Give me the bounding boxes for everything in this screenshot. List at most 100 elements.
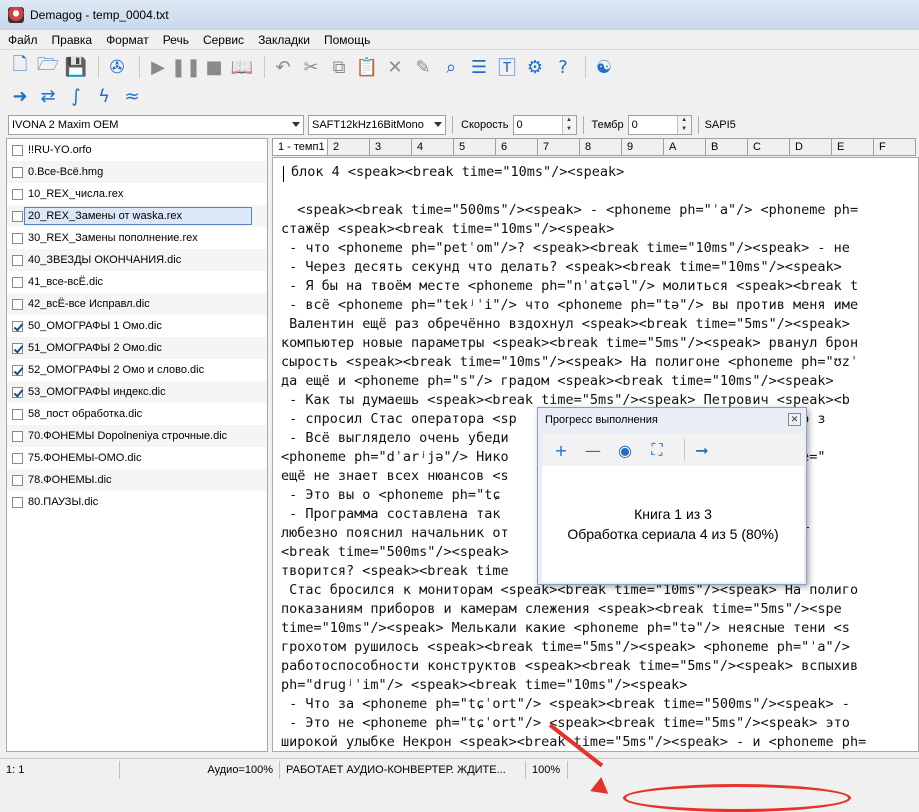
list-item[interactable]: 70.ФОНЕМЫ Dopolneniya строчные.dic [7, 425, 267, 447]
cut-icon[interactable]: ✂ [299, 55, 323, 79]
checkbox[interactable] [12, 342, 23, 354]
tab-8[interactable]: 9 [622, 138, 664, 156]
fullscreen-icon[interactable]: ⛶ [646, 439, 668, 461]
document-icon[interactable]: ☰ [467, 55, 491, 79]
tab-1[interactable]: 2 [328, 138, 370, 156]
play-icon[interactable]: ▶ [146, 55, 170, 79]
stop-icon[interactable]: ■ [202, 55, 226, 79]
tab-0[interactable]: 1 - темп1 [272, 138, 328, 156]
convert-icon[interactable]: ⇄ [36, 84, 60, 108]
checkbox[interactable] [12, 408, 23, 420]
toolbar-separator [264, 56, 265, 78]
tab-9[interactable]: A [664, 138, 706, 156]
checkbox[interactable] [12, 166, 23, 178]
list-item[interactable]: 52_ОМОГРАФЫ 2 Омо и слово.dic [7, 359, 267, 381]
editor-line: да ещё и <phoneme ph="s"/> градом <speak… [281, 373, 834, 389]
checkbox[interactable] [12, 496, 23, 508]
tab-7[interactable]: 8 [580, 138, 622, 156]
text-icon[interactable]: 🅃 [495, 55, 519, 79]
tab-10[interactable]: B [706, 138, 748, 156]
checkbox[interactable] [12, 276, 23, 288]
speed-spinner[interactable]: 0 ▲ ▼ [512, 115, 577, 135]
plus-icon[interactable]: + [550, 439, 572, 461]
list-item[interactable]: 20_REX_Замены от waska.rex [7, 205, 267, 227]
book-icon[interactable]: 📖 [230, 55, 254, 79]
menu-speech[interactable]: Речь [163, 33, 189, 47]
checkbox[interactable] [12, 144, 23, 156]
list-item[interactable]: 53_ОМОГРАФЫ индекс.dic [7, 381, 267, 403]
find-binoculars-icon[interactable]: ⌕ [439, 55, 463, 79]
list-item[interactable]: 10_REX_числа.rex [7, 183, 267, 205]
yin-yang-icon[interactable]: ☯ [592, 55, 616, 79]
checkbox[interactable] [12, 232, 23, 244]
checkbox[interactable] [12, 364, 23, 376]
list-item[interactable]: 0.Все-Всё.hmg [7, 161, 267, 183]
editor-line: - Через десять секунд что делать? <speak… [281, 259, 842, 275]
checkbox[interactable] [12, 452, 23, 464]
list-item[interactable]: 30_REX_Замены пополнение.rex [7, 227, 267, 249]
minus-icon[interactable]: — [582, 439, 604, 461]
tab-12[interactable]: D [790, 138, 832, 156]
list-item[interactable]: 58_пост обработка.dic [7, 403, 267, 425]
close-icon[interactable]: ✕ [788, 413, 801, 426]
menu-file[interactable]: Файл [8, 33, 38, 47]
list-item-label: 10_REX_числа.rex [28, 188, 124, 200]
open-folder-icon[interactable]: 🗁 [36, 54, 60, 79]
paste-icon[interactable]: 📋 [355, 55, 379, 79]
tab-6[interactable]: 7 [538, 138, 580, 156]
help-icon[interactable]: ? [551, 55, 575, 79]
list-item[interactable]: 41_все-всЁ.dic [7, 271, 267, 293]
arrow-right-icon[interactable]: ➞ [691, 439, 713, 461]
integral-icon[interactable]: ∫ [64, 84, 88, 108]
checkbox[interactable] [12, 254, 23, 266]
spinner-arrows-icon[interactable]: ▲ ▼ [561, 116, 576, 134]
tab-13[interactable]: E [832, 138, 874, 156]
checkbox[interactable] [12, 430, 23, 442]
checkbox[interactable] [12, 474, 23, 486]
tab-11[interactable]: C [748, 138, 790, 156]
tab-3[interactable]: 4 [412, 138, 454, 156]
voice-select[interactable]: IVONA 2 Maxim OEM [8, 115, 304, 135]
menu-service[interactable]: Сервис [203, 33, 244, 47]
edit-pencil-icon[interactable]: ✎ [411, 55, 435, 79]
menu-help[interactable]: Помощь [324, 33, 370, 47]
timbre-spinner[interactable]: 0 ▲ ▼ [627, 115, 692, 135]
list-item[interactable]: 78.ФОНЕМЫ.dic [7, 469, 267, 491]
checkbox[interactable] [12, 210, 23, 222]
tab-2[interactable]: 3 [370, 138, 412, 156]
tab-5[interactable]: 6 [496, 138, 538, 156]
title-bar[interactable]: Demagog - temp_0004.txt [0, 0, 919, 30]
list-item[interactable]: 42_всЁ-все Исправл.dic [7, 293, 267, 315]
list-item[interactable]: 51_ОМОГРАФЫ 2 Омо.dic [7, 337, 267, 359]
checkbox[interactable] [12, 298, 23, 310]
undo-icon[interactable]: ↶ [271, 55, 295, 79]
delete-icon[interactable]: ✕ [383, 55, 407, 79]
lightning-icon[interactable]: ϟ [92, 84, 116, 108]
checkbox[interactable] [12, 320, 23, 332]
checkbox[interactable] [12, 386, 23, 398]
menu-format[interactable]: Формат [106, 33, 149, 47]
audio-format-select[interactable]: SAFT12kHz16BitMono [308, 115, 446, 135]
target-icon[interactable]: ◉ [614, 439, 636, 461]
menu-edit[interactable]: Правка [52, 33, 93, 47]
gear-icon[interactable]: ⚙ [523, 55, 547, 79]
list-item[interactable]: 80.ПАУЗЫ.dic [7, 491, 267, 513]
progress-dialog-title-bar[interactable]: Прогресс выполнения ✕ [538, 408, 806, 432]
pause-icon[interactable]: ❚❚ [171, 55, 201, 79]
list-item[interactable]: 50_ОМОГРАФЫ 1 Омо.dic [7, 315, 267, 337]
arrow-right-icon[interactable]: ➜ [8, 84, 32, 108]
list-item[interactable]: !!RU-YO.orfo [7, 139, 267, 161]
settings-wheel-icon[interactable]: ✇ [105, 55, 129, 79]
spinner-arrows-icon[interactable]: ▲ ▼ [676, 116, 691, 134]
save-icon[interactable]: 💾 [64, 55, 88, 79]
tab-4[interactable]: 5 [454, 138, 496, 156]
menu-bookmarks[interactable]: Закладки [258, 33, 310, 47]
tab-14[interactable]: F [874, 138, 916, 156]
list-item-label: 42_всЁ-все Исправл.dic [28, 298, 150, 310]
copy-icon[interactable]: ⧉ [327, 55, 351, 79]
approx-icon[interactable]: ≈ [120, 84, 144, 108]
checkbox[interactable] [12, 188, 23, 200]
list-item[interactable]: 40_ЗВЕЗДЫ ОКОНЧАНИЯ.dic [7, 249, 267, 271]
list-item[interactable]: 75.ФОНЕМЫ-ОМО.dic [7, 447, 267, 469]
new-file-icon[interactable]: 🗋 [8, 54, 32, 79]
